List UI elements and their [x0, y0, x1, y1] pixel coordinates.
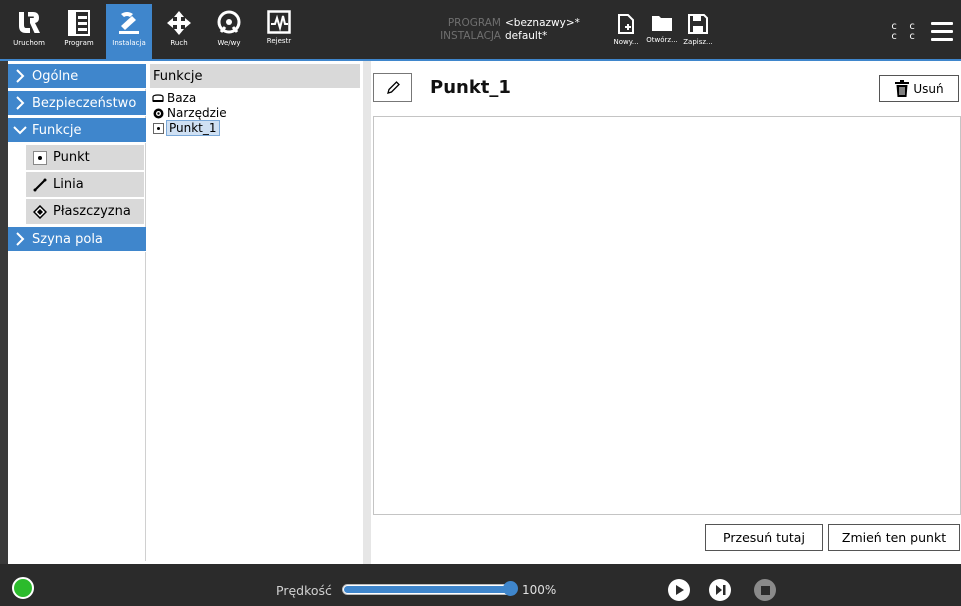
line-icon — [33, 178, 47, 192]
program-name: <beznazwy>* — [505, 17, 580, 29]
new-file-icon — [618, 14, 634, 34]
sidebar-item-label: Funkcje — [32, 122, 82, 138]
3d-view-area[interactable] — [373, 116, 961, 515]
step-icon — [715, 585, 725, 595]
log-icon — [267, 10, 291, 34]
pencil-icon — [386, 80, 400, 94]
change-point-button[interactable]: Zmień ten punkt — [828, 524, 960, 551]
point-icon — [33, 150, 47, 165]
top-bar: Uruchom Program Instalacja Ruch We/wy Re… — [0, 0, 961, 59]
hamburger-menu-icon[interactable] — [931, 22, 953, 41]
stop-button[interactable] — [754, 579, 776, 601]
nav-program[interactable]: Program — [56, 4, 102, 58]
main-area: Ogólne Bezpieczeństwo Funkcje Punkt Lini… — [8, 61, 961, 564]
step-button[interactable] — [709, 579, 731, 601]
sidebar-item-label: Ogólne — [32, 68, 79, 84]
open-button-label: Otwórz... — [646, 36, 678, 44]
sidebar: Ogólne Bezpieczeństwo Funkcje Punkt Lini… — [8, 64, 146, 561]
feature-tree: Funkcje Baza Narzędzie Punkt_1 — [150, 64, 360, 561]
program-key: PROGRAM — [447, 17, 501, 29]
bottom-bar: Prędkość 100% — [0, 564, 961, 606]
nav-installation[interactable]: Instalacja — [106, 4, 152, 59]
save-icon — [688, 14, 708, 34]
sidebar-subitem-label: Punkt — [53, 150, 90, 165]
tool-icon — [152, 108, 164, 119]
control-mode-indicator[interactable]: c c c c — [891, 22, 918, 42]
feature-name: Punkt_1 — [430, 77, 511, 98]
sidebar-subitem-label: Płaszczyzna — [53, 204, 131, 219]
plane-icon — [33, 204, 47, 219]
speed-label: Prędkość — [276, 583, 332, 598]
rename-button[interactable] — [373, 73, 412, 102]
tree-item-tool[interactable]: Narzędzie — [152, 106, 360, 120]
tree-item-label: Baza — [167, 91, 197, 105]
speed-slider-track[interactable] — [342, 584, 512, 595]
trash-icon — [895, 80, 910, 97]
sidebar-item-label: Bezpieczeństwo — [32, 95, 137, 111]
nav-log-label: Rejestr — [266, 37, 292, 45]
nav-program-label: Program — [64, 39, 94, 47]
play-icon — [676, 585, 684, 595]
sidebar-subitem-point[interactable]: Punkt — [26, 145, 144, 171]
speed-slider-handle[interactable] — [503, 581, 518, 596]
io-icon — [217, 10, 241, 34]
nav-move[interactable]: Ruch — [156, 4, 202, 58]
save-button-label: Zapisz... — [683, 38, 713, 46]
panel-divider — [363, 61, 371, 564]
move-here-button[interactable]: Przesuń tutaj — [705, 524, 823, 551]
feature-editor: Punkt_1 Usuń Przesuń tutaj Zmień ten pun… — [371, 61, 961, 564]
tree-item-label: Narzędzie — [167, 106, 227, 120]
tree-header: Funkcje — [150, 64, 360, 88]
play-button[interactable] — [668, 579, 690, 601]
program-icon — [68, 10, 90, 36]
ur-logo-icon — [19, 12, 40, 33]
nav-installation-label: Instalacja — [112, 39, 146, 47]
chevron-down-icon — [13, 126, 27, 135]
folder-icon — [652, 16, 672, 31]
open-button[interactable]: Otwórz... — [643, 14, 681, 54]
new-button[interactable]: Nowy... — [607, 14, 645, 54]
nav-io-label: We/wy — [217, 39, 241, 47]
sidebar-subitem-label: Linia — [53, 177, 84, 192]
delete-button[interactable]: Usuń — [879, 75, 959, 102]
installation-icon — [119, 12, 139, 34]
speed-slider-fill — [344, 586, 510, 593]
sidebar-item-general[interactable]: Ogólne — [8, 64, 146, 89]
sidebar-item-label: Szyna pola — [32, 231, 103, 247]
delete-button-label: Usuń — [913, 81, 944, 96]
sidebar-item-features[interactable]: Funkcje — [8, 118, 146, 143]
program-info: PROGRAM <beznazwy>* INSTALACJA default* — [437, 17, 580, 43]
nav-run-label: Uruchom — [13, 39, 45, 47]
stop-icon — [760, 585, 770, 595]
nav-run[interactable]: Uruchom — [6, 4, 52, 58]
tree-item-point-1[interactable]: Punkt_1 — [152, 120, 360, 136]
sidebar-item-safety[interactable]: Bezpieczeństwo — [8, 91, 146, 116]
save-button[interactable]: Zapisz... — [679, 14, 717, 54]
nav-move-label: Ruch — [170, 39, 188, 47]
new-button-label: Nowy... — [613, 38, 639, 46]
point-icon — [152, 122, 164, 134]
installation-key: INSTALACJA — [440, 30, 501, 42]
installation-name: default* — [505, 30, 548, 42]
chevron-right-icon — [16, 69, 25, 83]
chevron-right-icon — [16, 96, 25, 110]
tree-item-base[interactable]: Baza — [152, 91, 360, 105]
chevron-right-icon — [16, 232, 25, 246]
speed-value: 100% — [522, 583, 557, 597]
sidebar-subitem-line[interactable]: Linia — [26, 172, 144, 198]
nav-log[interactable]: Rejestr — [256, 4, 302, 58]
sidebar-item-fieldbus[interactable]: Szyna pola — [8, 227, 146, 252]
nav-io[interactable]: We/wy — [206, 4, 252, 58]
move-icon — [167, 11, 191, 35]
sidebar-subitem-plane[interactable]: Płaszczyzna — [26, 199, 144, 225]
base-icon — [152, 93, 164, 104]
tree-item-label: Punkt_1 — [166, 120, 220, 136]
cc-row-2: c c — [891, 31, 919, 42]
robot-status-indicator[interactable] — [12, 577, 34, 599]
